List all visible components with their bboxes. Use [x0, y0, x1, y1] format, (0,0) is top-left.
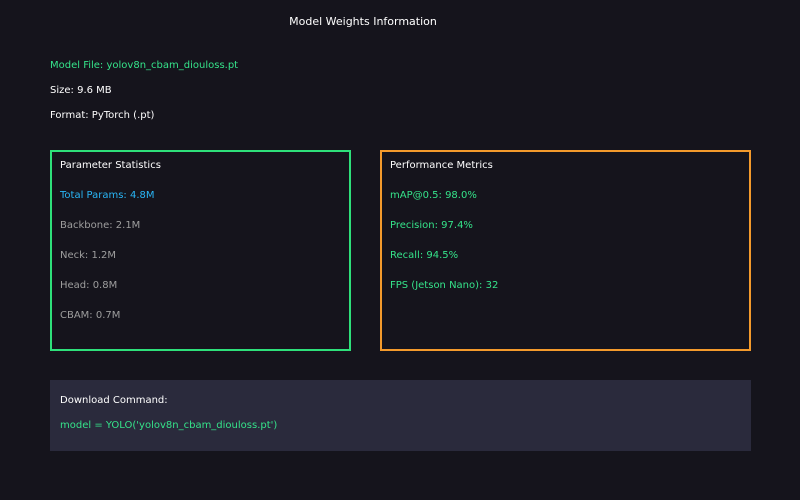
total-params: Total Params: 4.8M [60, 190, 155, 201]
neck-params: Neck: 1.2M [60, 250, 117, 261]
parameter-statistics-panel: Parameter Statistics Total Params: 4.8M … [50, 150, 351, 351]
model-file-label: Model File: yolov8n_cbam_diouloss.pt [50, 60, 239, 71]
fps-metric: FPS (Jetson Nano): 32 [390, 280, 499, 291]
performance-metrics-panel: Performance Metrics mAP@0.5: 98.0% Preci… [380, 150, 751, 351]
download-command-panel: Download Command: model = YOLO('yolov8n_… [50, 380, 751, 451]
performance-metrics-heading: Performance Metrics [390, 160, 493, 171]
cbam-params: CBAM: 0.7M [60, 310, 121, 321]
model-size-label: Size: 9.6 MB [50, 85, 112, 96]
recall-metric: Recall: 94.5% [390, 250, 459, 261]
download-command-code[interactable]: model = YOLO('yolov8n_cbam_diouloss.pt') [60, 420, 277, 431]
page-title: Model Weights Information [289, 15, 437, 28]
map-metric: mAP@0.5: 98.0% [390, 190, 477, 201]
download-command-label: Download Command: [60, 395, 168, 406]
parameter-statistics-heading: Parameter Statistics [60, 160, 161, 171]
backbone-params: Backbone: 2.1M [60, 220, 141, 231]
precision-metric: Precision: 97.4% [390, 220, 473, 231]
head-params: Head: 0.8M [60, 280, 118, 291]
model-format-label: Format: PyTorch (.pt) [50, 110, 155, 121]
